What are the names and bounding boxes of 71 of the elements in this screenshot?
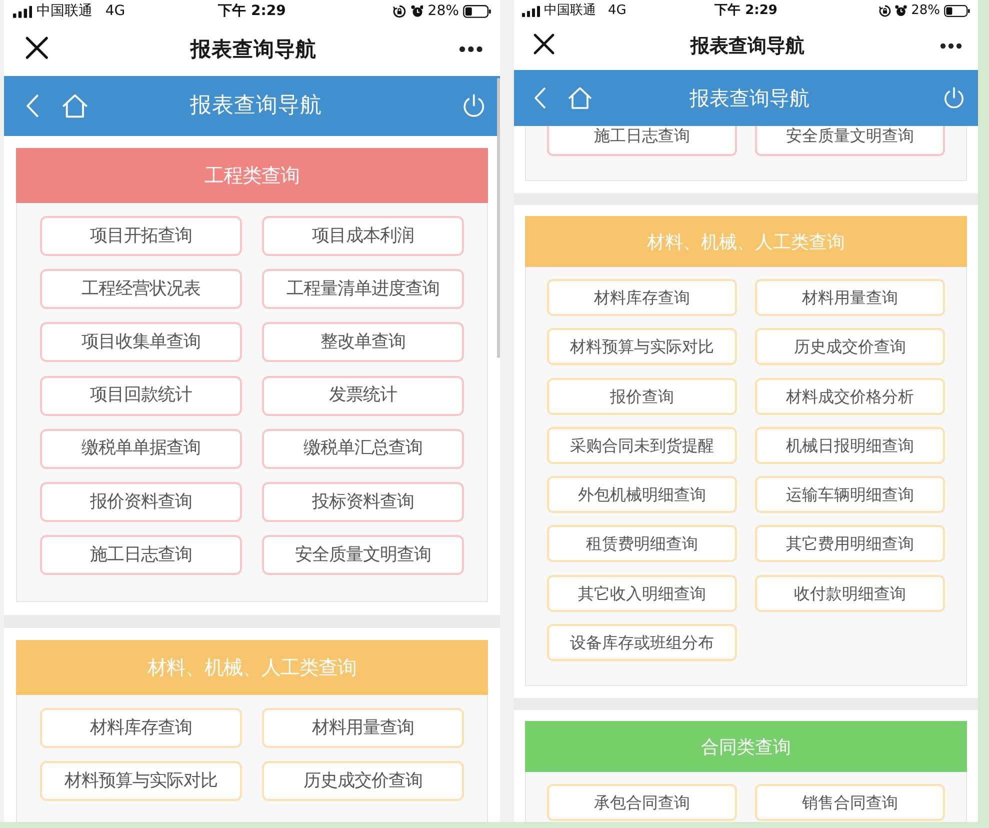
- query-button[interactable]: 材料预算与实际对比: [40, 761, 242, 802]
- query-button[interactable]: 报价资料查询: [40, 482, 242, 522]
- power-icon[interactable]: [462, 94, 486, 118]
- query-button[interactable]: 施工日志查询: [547, 126, 737, 156]
- query-button[interactable]: 缴税单单据查询: [40, 428, 242, 469]
- query-button[interactable]: 机械日报明细查询: [755, 426, 945, 464]
- query-button[interactable]: 外包机械明细查询: [547, 476, 737, 514]
- query-button[interactable]: 投标资料查询: [262, 482, 464, 522]
- query-button[interactable]: 材料库存查询: [40, 708, 242, 748]
- status-time: 下午 2:29: [218, 3, 286, 20]
- header-title: 报表查询导航: [190, 92, 322, 119]
- query-button[interactable]: 其它收入明细查询: [547, 574, 737, 612]
- query-button[interactable]: 材料成交价格分析: [755, 378, 945, 415]
- query-button[interactable]: 历史成交价查询: [755, 328, 945, 366]
- query-button[interactable]: 发票统计: [262, 376, 464, 416]
- nav-title: 报表查询导航: [190, 37, 317, 62]
- home-icon[interactable]: [568, 87, 592, 109]
- query-button[interactable]: 材料用量查询: [262, 708, 464, 748]
- query-button[interactable]: 整改单查询: [262, 322, 464, 362]
- back-icon[interactable]: [26, 94, 39, 118]
- query-button[interactable]: 采购合同未到货提醒: [547, 426, 737, 464]
- more-icon[interactable]: [458, 46, 483, 53]
- alarm-clock-icon: [895, 5, 908, 17]
- network-type: 4G: [105, 3, 126, 20]
- query-button[interactable]: 项目开拓查询: [40, 216, 242, 256]
- signal-icon: [12, 6, 32, 18]
- query-button[interactable]: 工程经营状况表: [40, 269, 242, 310]
- section-header: 工程类查询: [16, 148, 488, 203]
- header-title: 报表查询导航: [690, 86, 810, 110]
- more-icon[interactable]: [940, 43, 962, 49]
- close-icon[interactable]: [24, 36, 48, 60]
- carrier-name: 中国联通: [36, 3, 92, 20]
- section-header: 材料、机械、人工类查询: [16, 640, 488, 695]
- battery-percent: 28%: [911, 3, 940, 19]
- query-button[interactable]: 租赁费明细查询: [547, 525, 737, 562]
- query-button[interactable]: 承包合同查询: [547, 784, 737, 822]
- query-button[interactable]: 材料库存查询: [547, 279, 737, 316]
- query-button[interactable]: 运输车辆明细查询: [755, 476, 945, 514]
- orientation-lock-icon: [879, 5, 892, 17]
- query-button[interactable]: 缴税单汇总查询: [262, 428, 464, 469]
- query-button[interactable]: 收付款明细查询: [755, 574, 945, 612]
- query-button[interactable]: 项目成本利润: [262, 216, 464, 256]
- query-button[interactable]: 材料预算与实际对比: [547, 328, 737, 366]
- query-button[interactable]: 历史成交价查询: [262, 761, 464, 802]
- query-button[interactable]: 安全质量文明查询: [755, 126, 945, 156]
- query-button[interactable]: 报价查询: [547, 378, 737, 415]
- status-time: 下午 2:29: [714, 3, 778, 19]
- home-icon[interactable]: [62, 94, 88, 118]
- query-button[interactable]: 项目回款统计: [40, 376, 242, 416]
- battery-icon: [463, 5, 492, 18]
- query-button[interactable]: 其它费用明细查询: [755, 525, 945, 562]
- query-button[interactable]: 工程量清单进度查询: [262, 269, 464, 310]
- query-button[interactable]: 施工日志查询: [40, 535, 242, 576]
- carrier-name: 中国联通: [544, 3, 596, 19]
- section-header: 材料、机械、人工类查询: [525, 216, 967, 267]
- back-icon[interactable]: [534, 87, 546, 109]
- power-icon[interactable]: [943, 87, 965, 109]
- nav-title: 报表查询导航: [690, 34, 804, 58]
- section-header: 合同类查询: [525, 721, 967, 772]
- query-button[interactable]: 销售合同查询: [755, 784, 945, 822]
- network-type: 4G: [608, 3, 626, 19]
- query-button[interactable]: 设备库存或班组分布: [547, 624, 737, 662]
- query-button[interactable]: 项目收集单查询: [40, 322, 242, 362]
- close-icon[interactable]: [533, 33, 555, 55]
- battery-percent: 28%: [428, 3, 459, 20]
- query-button[interactable]: 材料用量查询: [755, 279, 945, 316]
- battery-icon: [944, 5, 970, 17]
- alarm-clock-icon: [410, 5, 424, 18]
- signal-icon: [522, 6, 540, 16]
- orientation-lock-icon: [393, 5, 406, 18]
- query-button[interactable]: 安全质量文明查询: [262, 535, 464, 576]
